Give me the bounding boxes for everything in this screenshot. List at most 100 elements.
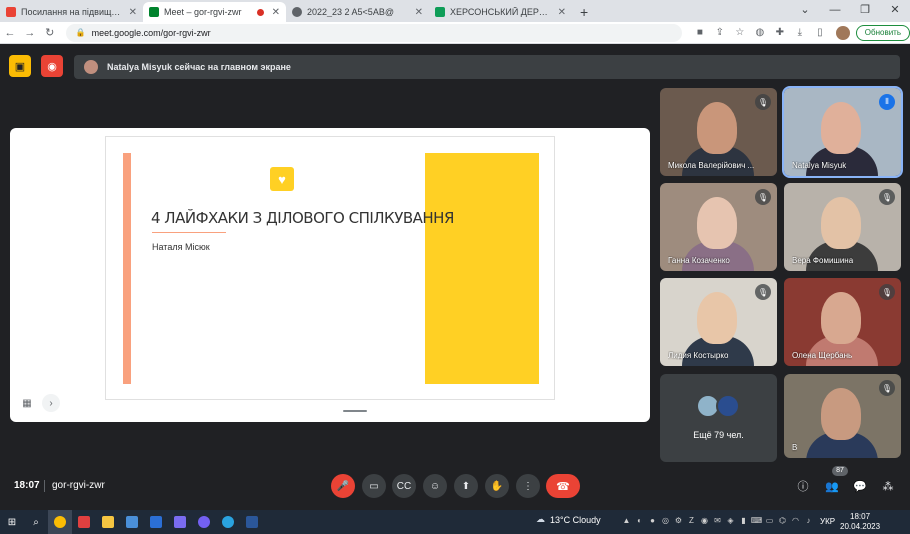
tray-icon[interactable]: ▮ xyxy=(737,516,750,525)
app-icon[interactable] xyxy=(72,510,96,534)
more-options-button[interactable]: ⋮ xyxy=(516,474,540,498)
sidebar-icon[interactable]: ▯ xyxy=(810,27,830,38)
globe-icon xyxy=(292,7,302,17)
browser-tab-bar: Посилання на підвищення квал ✕ Meet – go… xyxy=(0,0,910,22)
minimize-icon[interactable]: — xyxy=(820,0,850,20)
close-icon[interactable]: ✕ xyxy=(558,7,566,18)
camera-in-use-icon[interactable]: ■ xyxy=(690,27,710,38)
participant-tile[interactable]: ⦀ Natalya Misyuk xyxy=(782,86,903,178)
store-icon[interactable] xyxy=(120,510,144,534)
tray-icon[interactable]: ● xyxy=(646,516,659,525)
chat-icon[interactable]: 💬 xyxy=(850,476,870,496)
windows-start-icon[interactable]: ⊞ xyxy=(0,510,24,534)
tray-icon[interactable]: ◉ xyxy=(698,516,711,525)
drag-handle[interactable] xyxy=(343,410,367,412)
participant-tile[interactable]: 🎙 Лидия Костырко xyxy=(660,278,777,366)
camera-toggle-button[interactable]: ▭ xyxy=(362,474,386,498)
close-icon[interactable]: ✕ xyxy=(272,7,280,18)
leave-call-button[interactable]: ☎ xyxy=(546,474,580,498)
tray-icon[interactable]: ⌬ xyxy=(776,516,789,525)
bookmark-star-icon[interactable]: ☆ xyxy=(730,27,750,38)
camera-off-indicator-icon[interactable]: ▣ xyxy=(9,55,31,77)
volume-icon[interactable]: ♪ xyxy=(802,516,815,525)
tray-icon[interactable]: ◎ xyxy=(659,516,672,525)
heart-icon: ♥ xyxy=(270,167,294,191)
tray-icon[interactable]: ◈ xyxy=(724,516,737,525)
viber-icon[interactable] xyxy=(192,510,216,534)
mic-off-icon: 🎙 xyxy=(879,380,895,396)
meeting-controls: 18:07 gor-rgvi-zwr 🎤 ▭ CC ☺ ⬆ ✋ ⋮ ☎ ⓘ 👥 … xyxy=(0,466,910,506)
download-icon[interactable]: ⤓ xyxy=(790,27,810,38)
more-participants-tile[interactable]: Ещё 79 чел. xyxy=(660,374,777,462)
file-explorer-icon[interactable] xyxy=(96,510,120,534)
language-indicator[interactable]: УКР xyxy=(820,517,835,526)
shield-icon[interactable] xyxy=(144,510,168,534)
forward-icon[interactable]: → xyxy=(20,27,40,39)
tray-icon[interactable]: ▲ xyxy=(620,516,633,525)
people-icon[interactable]: 👥 xyxy=(822,476,842,496)
emoji-reactions-button[interactable]: ☺ xyxy=(423,474,447,498)
reload-icon[interactable]: ↻ xyxy=(40,26,60,39)
title-underline xyxy=(152,232,226,233)
back-icon[interactable]: ← xyxy=(0,27,20,39)
search-icon[interactable]: ⌕ xyxy=(24,510,48,534)
puzzle-icon[interactable]: ✚ xyxy=(770,27,790,38)
close-window-icon[interactable]: ✕ xyxy=(880,0,910,20)
chevron-right-icon[interactable]: › xyxy=(42,394,60,412)
participant-tile[interactable]: 🎙 Микола Валерійович ... xyxy=(660,88,777,176)
tab-university[interactable]: ХЕРСОНСЬКИЙ ДЕРЖАВНИЙ А ✕ xyxy=(429,2,572,22)
new-tab-button[interactable]: + xyxy=(572,2,596,22)
participant-name: Олена Щербань xyxy=(792,351,853,360)
telegram-icon[interactable] xyxy=(216,510,240,534)
app-p-icon[interactable] xyxy=(168,510,192,534)
taskbar-clock[interactable]: 18:07 20.04.2023 xyxy=(840,512,880,532)
recording-button[interactable]: ◉ xyxy=(41,55,63,77)
participant-tile[interactable]: 🎙 Ганна Козаченко xyxy=(660,183,777,271)
chrome-icon[interactable] xyxy=(48,510,72,534)
extension-icon[interactable]: ◍ xyxy=(750,27,770,38)
tray-icon[interactable]: ▭ xyxy=(763,516,776,525)
divider xyxy=(44,480,45,492)
url-field[interactable]: 🔒 meet.google.com/gor-rgvi-zwr xyxy=(65,23,682,42)
participant-name: Микола Валерійович ... xyxy=(668,161,755,170)
share-icon[interactable]: ⇪ xyxy=(710,27,730,38)
word-icon[interactable] xyxy=(240,510,264,534)
tray-icon[interactable]: ✉ xyxy=(711,516,724,525)
tray-icon[interactable]: ⚙ xyxy=(672,516,685,525)
weather-widget[interactable]: ☁ 13°C Cloudy xyxy=(536,514,601,525)
participant-video xyxy=(821,197,861,249)
present-screen-button[interactable]: ⬆ xyxy=(454,474,478,498)
captions-button[interactable]: CC xyxy=(392,474,416,498)
tab-search-icon[interactable]: ⌄ xyxy=(790,0,820,20)
wifi-icon[interactable]: ◠ xyxy=(789,516,802,525)
meet-icon xyxy=(149,7,159,17)
participant-name: Лидия Костырко xyxy=(668,351,729,360)
profile-avatar[interactable] xyxy=(835,25,850,40)
tray-icon[interactable]: ◐ xyxy=(633,516,646,525)
close-icon[interactable]: ✕ xyxy=(129,7,137,18)
lock-icon[interactable]: 🔒 xyxy=(76,28,86,37)
tray-icon[interactable]: ⌨ xyxy=(750,516,763,525)
participant-name: Вера Фомишина xyxy=(792,256,854,265)
activities-icon[interactable]: ⁂ xyxy=(878,476,898,496)
tab-meet[interactable]: Meet – gor-rgvi-zwr ✕ xyxy=(143,2,286,22)
tab-schedule[interactable]: 2022_23 2 A5<5AB@ ✕ xyxy=(286,2,429,22)
participant-tile[interactable]: 🎙 Олена Щербань xyxy=(784,278,901,366)
presentation-stage[interactable]: ♥ 4 ЛАЙФХАКИ З ДІЛОВОГО СПІЛКУВАННЯ Ната… xyxy=(10,128,650,422)
layout-grid-icon[interactable]: ▦ xyxy=(18,394,36,412)
toolbar-icons: ■ ⇪ ☆ ◍ ✚ ⤓ ▯ xyxy=(690,27,830,38)
participant-name: Natalya Misyuk xyxy=(792,161,847,170)
tray-icon[interactable]: Z xyxy=(685,516,698,525)
participant-tile[interactable]: 🎙 Вера Фомишина xyxy=(784,183,901,271)
maximize-icon[interactable]: ❐ xyxy=(850,0,880,20)
mic-toggle-button[interactable]: 🎤 xyxy=(331,474,355,498)
meeting-details-icon[interactable]: ⓘ xyxy=(793,476,813,496)
close-icon[interactable]: ✕ xyxy=(415,7,423,18)
banner-text: Natalya Misyuk сейчас на главном экране xyxy=(107,62,291,72)
raise-hand-button[interactable]: ✋ xyxy=(485,474,509,498)
tab-gmail[interactable]: Посилання на підвищення квал ✕ xyxy=(0,2,143,22)
participant-tile[interactable]: 🎙 В xyxy=(784,374,901,458)
participant-name: В xyxy=(792,443,798,452)
participant-video xyxy=(697,102,737,154)
update-button[interactable]: Обновить xyxy=(855,24,910,41)
